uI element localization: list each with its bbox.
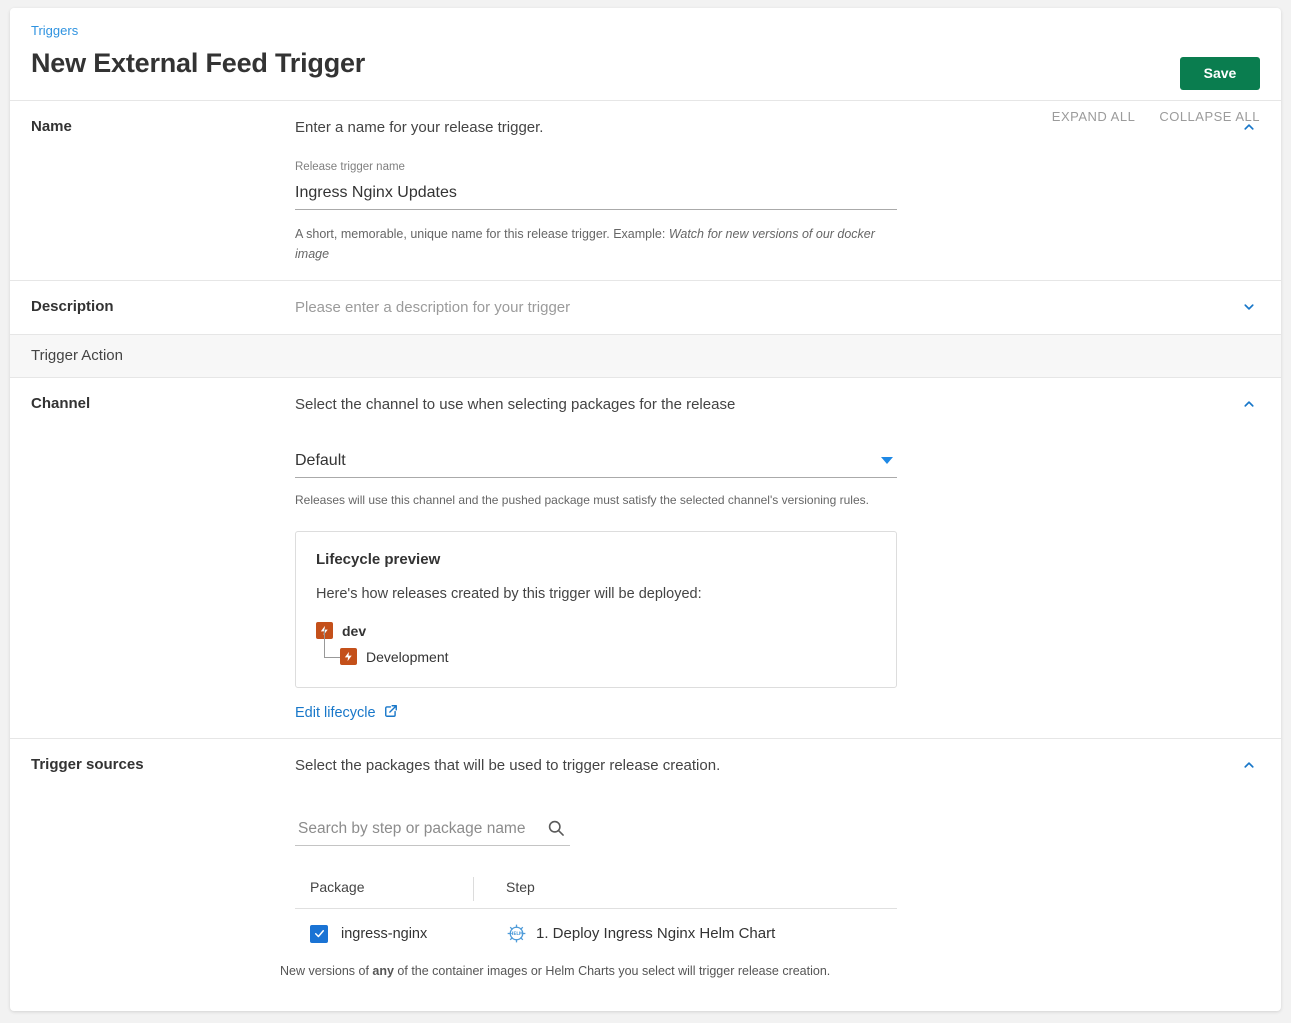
search-icon[interactable]: [546, 818, 566, 843]
save-button[interactable]: Save: [1180, 57, 1260, 90]
package-search-wrap: [295, 818, 570, 846]
section-description-label: Description: [31, 298, 114, 315]
section-trigger-sources: Trigger sources Select the packages that…: [10, 738, 1281, 996]
note-prefix: New versions of: [280, 964, 373, 978]
page-title: New External Feed Trigger: [31, 48, 366, 78]
column-header-package: Package: [310, 879, 365, 895]
chevron-up-icon-trigger-sources[interactable]: [1237, 753, 1261, 777]
section-trigger-sources-label: Trigger sources: [31, 756, 144, 773]
lifecycle-node-dev: dev: [316, 622, 876, 639]
channel-select[interactable]: Default: [295, 448, 897, 478]
channel-select-wrap: Default: [295, 448, 897, 478]
package-table-header: Package Step: [295, 877, 897, 909]
lifecycle-node-development: Development: [324, 629, 876, 665]
section-channel-label: Channel: [31, 395, 91, 412]
note-emphasis: any: [372, 964, 394, 978]
trigger-action-band: Trigger Action: [10, 334, 1281, 377]
step-cell: HELM 1. Deploy Ingress Nginx Helm Chart: [488, 923, 775, 944]
lifecycle-bolt-icon: [340, 648, 357, 665]
step-name: 1. Deploy Ingress Nginx Helm Chart: [536, 925, 776, 942]
channel-help-text: Releases will use this channel and the p…: [295, 493, 869, 507]
lifecycle-preview-box: Lifecycle preview Here's how releases cr…: [295, 531, 897, 688]
page-background: Triggers New External Feed Trigger Save …: [0, 0, 1291, 1023]
release-trigger-name-field: Release trigger name A short, memorable,…: [295, 160, 897, 264]
package-selection-note: New versions of any of the container ima…: [280, 962, 897, 980]
package-table: Package Step ingress-nginx HELM 1. Deplo…: [280, 877, 897, 980]
helm-icon: HELM: [506, 923, 527, 944]
section-description: Description Please enter a description f…: [10, 280, 1281, 334]
edit-lifecycle-link[interactable]: Edit lifecycle: [295, 704, 398, 722]
external-link-icon: [384, 704, 398, 722]
section-trigger-sources-heading: Select the packages that will be used to…: [295, 757, 721, 774]
breadcrumb-triggers[interactable]: Triggers: [31, 23, 78, 39]
trigger-form-card: Triggers New External Feed Trigger Save …: [10, 8, 1281, 1011]
lifecycle-preview-subtitle: Here's how releases created by this trig…: [316, 586, 702, 602]
chevron-up-icon-channel[interactable]: [1237, 392, 1261, 416]
section-name-heading: Enter a name for your release trigger.: [295, 119, 544, 136]
section-description-body: Please enter a description for your trig…: [295, 281, 1281, 334]
description-placeholder[interactable]: Please enter a description for your trig…: [295, 297, 1235, 318]
chevron-up-icon-name[interactable]: [1237, 115, 1261, 139]
section-name-body: Enter a name for your release trigger. R…: [295, 101, 1281, 280]
release-trigger-name-help: A short, memorable, unique name for this…: [295, 224, 880, 264]
section-name: Name Enter a name for your release trigg…: [10, 100, 1281, 280]
lifecycle-node-label: dev: [342, 622, 367, 639]
section-channel-body: Select the channel to use when selecting…: [295, 378, 1281, 738]
page-header: Triggers New External Feed Trigger Save …: [10, 8, 1281, 124]
lifecycle-preview-title: Lifecycle preview: [316, 551, 441, 568]
lifecycle-node-label: Development: [366, 648, 449, 665]
section-name-label: Name: [31, 118, 72, 135]
svg-text:HELM: HELM: [510, 931, 523, 936]
edit-lifecycle-label: Edit lifecycle: [295, 705, 376, 721]
column-header-step: Step: [506, 879, 535, 895]
table-row[interactable]: ingress-nginx HELM 1. Deploy Ingress Ngi…: [295, 909, 897, 944]
chevron-down-icon-description[interactable]: [1237, 295, 1261, 319]
package-checkbox[interactable]: [310, 924, 328, 943]
section-trigger-sources-body: Select the packages that will be used to…: [280, 739, 1281, 996]
section-channel-heading: Select the channel to use when selecting…: [295, 396, 736, 413]
release-trigger-name-label: Release trigger name: [295, 161, 405, 173]
help-text-prefix: A short, memorable, unique name for this…: [295, 227, 669, 241]
package-cell: ingress-nginx: [310, 924, 488, 943]
section-channel: Channel Select the channel to use when s…: [10, 377, 1281, 738]
package-name: ingress-nginx: [341, 925, 428, 942]
release-trigger-name-input[interactable]: [295, 179, 897, 210]
note-suffix: of the container images or Helm Charts y…: [393, 964, 831, 978]
package-search-input[interactable]: [295, 818, 570, 846]
lifecycle-tree: dev Development: [316, 622, 876, 665]
